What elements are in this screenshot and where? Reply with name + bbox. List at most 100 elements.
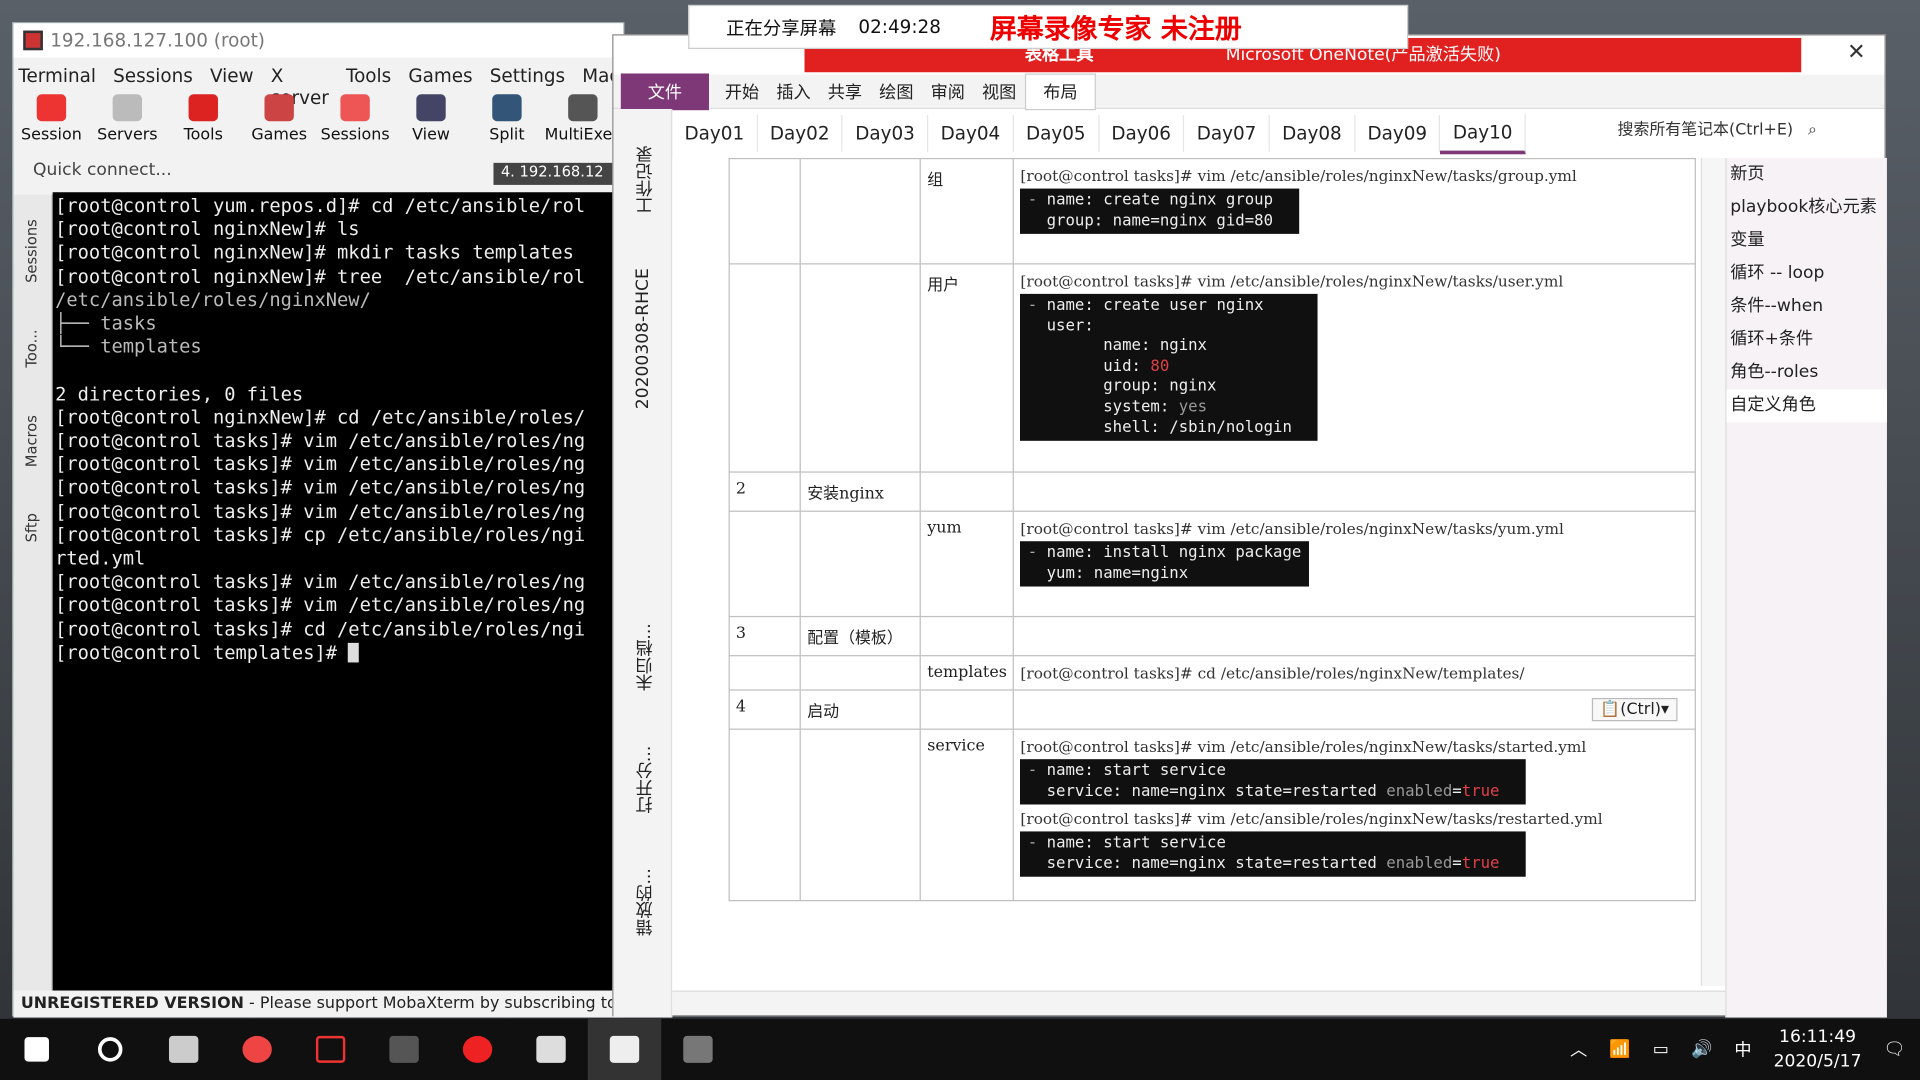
row3-num[interactable]: 3	[728, 615, 802, 657]
onenote-task-button[interactable]	[587, 1018, 662, 1080]
tab-day01[interactable]: Day01	[672, 115, 758, 152]
yum-label[interactable]: yum	[919, 510, 1015, 618]
user-cell[interactable]: [root@control tasks]# vim /etc/ansible/r…	[1013, 263, 1696, 473]
ribbon-tab-review[interactable]: 审阅	[922, 79, 973, 103]
ribbon-tab-layout[interactable]: 布局	[1024, 72, 1096, 110]
tab-day05[interactable]: Day05	[1014, 115, 1100, 152]
templates-label[interactable]: templates	[919, 655, 1015, 691]
clock[interactable]: 16:11:49 2020/5/17	[1774, 1025, 1862, 1074]
templates-cell[interactable]: [root@control tasks]# cd /etc/ansible/ro…	[1013, 655, 1696, 691]
sidebar-tools-tab[interactable]: Too...	[23, 329, 40, 367]
group-cell[interactable]: [root@control tasks]# vim /etc/ansible/r…	[1013, 157, 1696, 265]
explorer-button[interactable]	[147, 1019, 220, 1080]
user-cmd: [root@control tasks]# vim /etc/ansible/r…	[1020, 271, 1564, 291]
games-button[interactable]: Games	[241, 94, 317, 155]
ribbon-tab-file[interactable]: 文件	[620, 72, 709, 110]
tab-day10[interactable]: Day10	[1440, 113, 1526, 154]
search-button[interactable]	[73, 1019, 146, 1080]
mobaxterm-task-button[interactable]	[367, 1019, 440, 1080]
row4-num[interactable]: 4	[728, 689, 802, 730]
sidebar-sessions-tab[interactable]: Sessions	[23, 219, 40, 283]
table-row: 2 安装nginx	[728, 471, 1696, 512]
menu-tools[interactable]: Tools	[346, 65, 391, 92]
ribbon-tab-home[interactable]: 开始	[716, 79, 767, 103]
section-open[interactable]: 打开分...	[633, 746, 657, 814]
menu-sessions[interactable]: Sessions	[113, 65, 193, 92]
network-icon[interactable]: 📶	[1609, 1040, 1630, 1060]
sessions-button[interactable]: Sessions	[317, 94, 393, 155]
menu-view[interactable]: View	[210, 65, 254, 92]
volume-icon[interactable]: 🔊	[1691, 1040, 1712, 1060]
ribbon-tab-view[interactable]: 视图	[973, 79, 1024, 103]
tab-day08[interactable]: Day08	[1270, 115, 1356, 152]
page-variables[interactable]: 变量	[1727, 224, 1887, 257]
close-button[interactable]: ✕	[1838, 36, 1875, 70]
recorder-button[interactable]	[661, 1019, 734, 1080]
section-unfiled[interactable]: 未归档...	[633, 623, 657, 691]
row2-label[interactable]: 安装nginx	[799, 471, 922, 512]
sidebar-macros-tab[interactable]: Macros	[23, 415, 40, 467]
page-when[interactable]: 条件--when	[1727, 290, 1887, 323]
page-custom-role[interactable]: 自定义角色	[1726, 389, 1887, 423]
search-notebooks-input[interactable]: 搜索所有笔记本(Ctrl+E) ⌕	[1613, 116, 1882, 145]
sidebar-sftp-tab[interactable]: Sftp	[23, 513, 40, 542]
page-playbook-core[interactable]: playbook核心元素	[1727, 191, 1887, 224]
show-hidden-icons[interactable]: ︿	[1570, 1037, 1587, 1061]
view-button[interactable]: View	[393, 94, 469, 155]
ribbon-tab-insert[interactable]: 插入	[768, 79, 819, 103]
menu-terminal[interactable]: Terminal	[18, 65, 96, 92]
tab-day04[interactable]: Day04	[928, 115, 1014, 152]
menu-settings[interactable]: Settings	[490, 65, 565, 92]
terminal-line: /etc/ansible/roles/nginxNew/	[55, 288, 371, 311]
paste-options-button[interactable]: 📋(Ctrl)▾	[1591, 697, 1678, 722]
qq-button[interactable]	[441, 1019, 514, 1080]
session-button[interactable]: Session	[13, 94, 89, 155]
row3-label[interactable]: 配置（模板）	[799, 615, 922, 657]
terminal[interactable]: [root@control yum.repos.d]# cd /etc/ansi…	[52, 192, 626, 991]
servers-button[interactable]: Servers	[89, 94, 165, 155]
tab-day06[interactable]: Day06	[1099, 115, 1185, 152]
ime-indicator[interactable]: 中	[1734, 1037, 1751, 1061]
menu-games[interactable]: Games	[408, 65, 472, 92]
group-label[interactable]: 组	[919, 157, 1015, 265]
templates-cmd: [root@control tasks]# cd /etc/ansible/ro…	[1020, 663, 1525, 683]
session-tab[interactable]: 4. 192.168.12	[493, 162, 626, 185]
battery-icon[interactable]: ▭	[1653, 1040, 1669, 1060]
page-roles[interactable]: 角色--roles	[1727, 356, 1887, 389]
page-new[interactable]: 新页	[1727, 158, 1887, 191]
notebook-name[interactable]: 20200308-RHCE	[633, 268, 653, 409]
word-button[interactable]	[514, 1019, 587, 1080]
service-label[interactable]: service	[919, 728, 1015, 902]
tab-day02[interactable]: Day02	[758, 115, 843, 152]
split-button[interactable]: Split	[469, 94, 545, 155]
ribbon-tab-draw[interactable]: 绘图	[871, 79, 922, 103]
page-loop[interactable]: 循环 -- loop	[1727, 257, 1887, 290]
quick-connect-input[interactable]: Quick connect...	[18, 160, 385, 187]
vertical-scrollbar[interactable]	[1700, 157, 1726, 986]
unregistered-label: UNREGISTERED VERSION	[20, 994, 244, 1013]
page-canvas[interactable]: 组 [root@control tasks]# vim /etc/ansible…	[672, 157, 1726, 991]
notifications-icon[interactable]: 🗨	[1884, 1040, 1906, 1060]
service-cell[interactable]: [root@control tasks]# vim /etc/ansible/r…	[1013, 728, 1696, 902]
tab-day09[interactable]: Day09	[1355, 115, 1441, 152]
firefox-button[interactable]	[220, 1019, 293, 1080]
section-work-log[interactable]: 工作记录	[633, 146, 657, 215]
tab-day07[interactable]: Day07	[1184, 115, 1270, 152]
page-loop-condition[interactable]: 循环+条件	[1727, 323, 1887, 356]
mobaxterm-task-icon	[389, 1035, 419, 1063]
ribbon-tab-share[interactable]: 共享	[819, 79, 870, 103]
horizontal-scrollbar[interactable]	[672, 990, 1726, 1016]
tab-day03[interactable]: Day03	[843, 115, 929, 152]
section-misplaced[interactable]: 错放的...	[633, 868, 657, 936]
tools-button[interactable]: Tools	[165, 94, 241, 155]
notes-table[interactable]: 组 [root@control tasks]# vim /etc/ansible…	[728, 157, 1696, 902]
recorder-icon	[683, 1035, 713, 1063]
menu-x-server[interactable]: X server	[271, 65, 329, 109]
row2-num[interactable]: 2	[728, 471, 802, 512]
screenshot-app-button[interactable]	[294, 1019, 367, 1080]
start-button[interactable]	[0, 1019, 73, 1080]
user-label[interactable]: 用户	[919, 263, 1015, 473]
multiexec-button[interactable]: MultiExec	[545, 94, 621, 155]
yum-cell[interactable]: [root@control tasks]# vim /etc/ansible/r…	[1013, 510, 1696, 618]
row4-label[interactable]: 启动	[799, 689, 922, 730]
